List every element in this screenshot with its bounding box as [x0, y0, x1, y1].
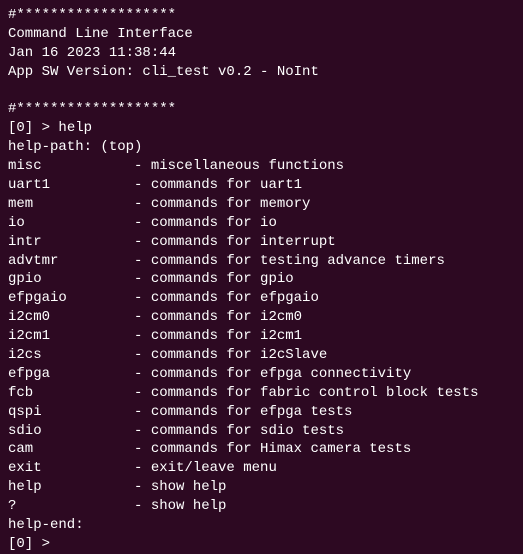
help-item: efpgaio - commands for efpgaio [8, 289, 515, 308]
help-item: i2cm0 - commands for i2cm0 [8, 308, 515, 327]
help-item: efpga - commands for efpga connectivity [8, 365, 515, 384]
help-item: cam - commands for Himax camera tests [8, 440, 515, 459]
blank-line [8, 82, 515, 101]
help-item: i2cm1 - commands for i2cm1 [8, 327, 515, 346]
datetime: Jan 16 2023 11:38:44 [8, 44, 515, 63]
help-item: advtmr - commands for testing advance ti… [8, 252, 515, 271]
help-item: gpio - commands for gpio [8, 270, 515, 289]
help-end: help-end: [8, 516, 515, 535]
prompt-prefix: [0] > [8, 120, 58, 136]
help-item: i2cs - commands for i2cSlave [8, 346, 515, 365]
help-item: qspi - commands for efpga tests [8, 403, 515, 422]
help-item: exit - exit/leave menu [8, 459, 515, 478]
help-item: sdio - commands for sdio tests [8, 422, 515, 441]
terminal-output: #******************* Command Line Interf… [8, 6, 515, 554]
help-item: intr - commands for interrupt [8, 233, 515, 252]
help-item: fcb - commands for fabric control block … [8, 384, 515, 403]
help-list: misc - miscellaneous functionsuart1 - co… [8, 157, 515, 516]
app-title: Command Line Interface [8, 25, 515, 44]
help-item: misc - miscellaneous functions [8, 157, 515, 176]
separator-bottom: #******************* [8, 100, 515, 119]
help-item: io - commands for io [8, 214, 515, 233]
prompt-line: [0] > help [8, 119, 515, 138]
version-line: App SW Version: cli_test v0.2 - NoInt [8, 63, 515, 82]
separator-top: #******************* [8, 6, 515, 25]
entered-command: help [58, 120, 92, 136]
help-item: mem - commands for memory [8, 195, 515, 214]
help-item: uart1 - commands for uart1 [8, 176, 515, 195]
help-path: help-path: (top) [8, 138, 515, 157]
help-item: help - show help [8, 478, 515, 497]
prompt-prefix: [0] > [8, 536, 58, 552]
help-item: ? - show help [8, 497, 515, 516]
